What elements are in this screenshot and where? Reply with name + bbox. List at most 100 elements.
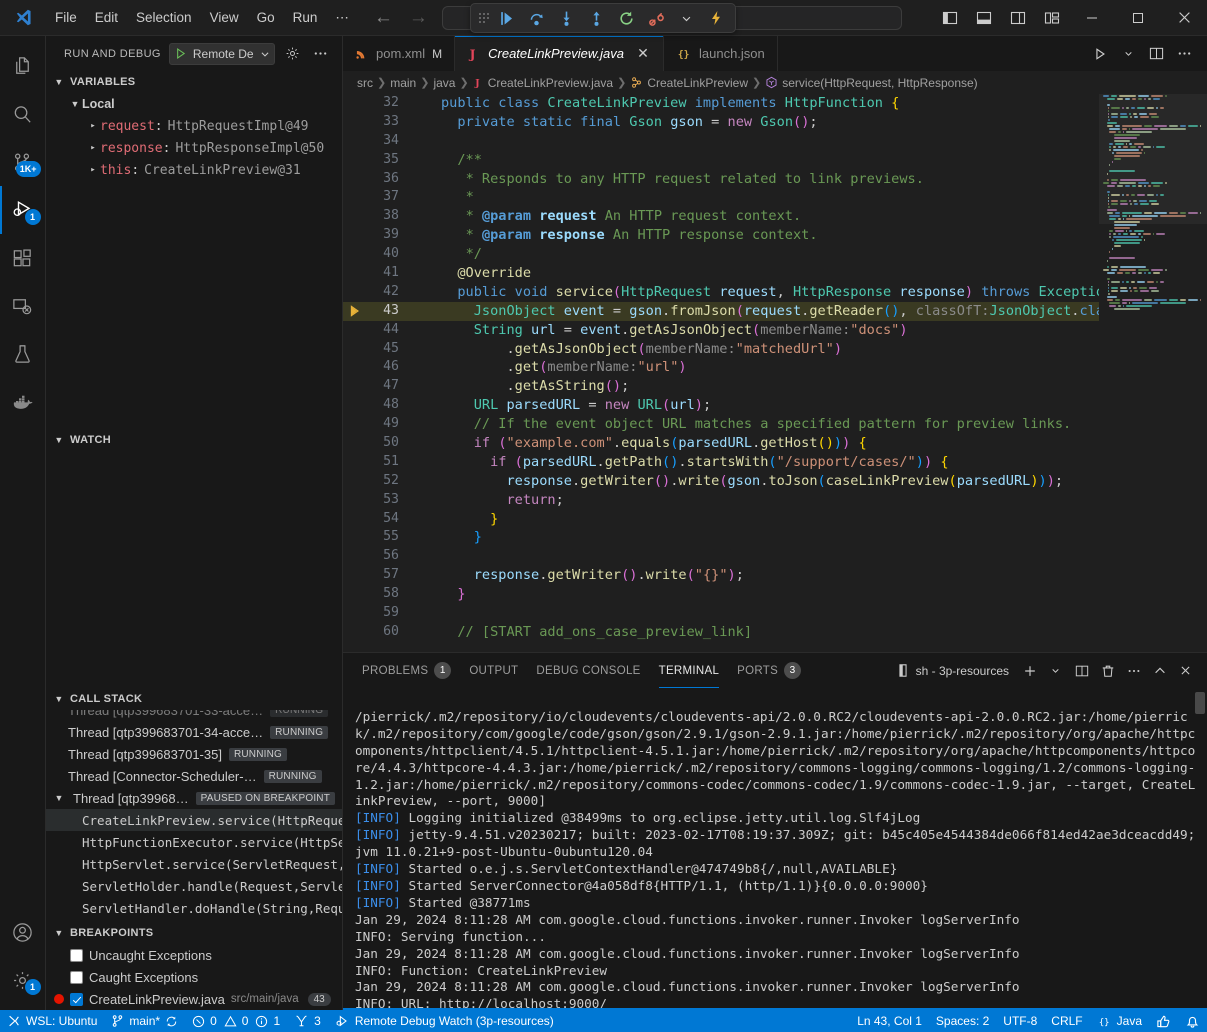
step-over-button[interactable]: [523, 6, 549, 30]
menu-more[interactable]: ⋯: [326, 6, 358, 30]
menu-edit[interactable]: Edit: [86, 6, 127, 29]
status-cursor-position[interactable]: Ln 43, Col 1: [850, 1010, 929, 1032]
status-feedback[interactable]: [1149, 1010, 1178, 1032]
go-back-icon[interactable]: ←: [374, 8, 393, 27]
terminal-selector[interactable]: sh - 3p-resources: [896, 663, 1009, 678]
activity-testing[interactable]: [0, 330, 46, 378]
minimize-button[interactable]: [1069, 0, 1115, 36]
toggle-primary-sidebar-button[interactable]: [933, 0, 967, 36]
code-line[interactable]: 39 * @param response An HTTP response co…: [343, 226, 1099, 245]
breadcrumb-item-file[interactable]: J CreateLinkPreview.java: [473, 76, 613, 90]
panel-tab-problems[interactable]: PROBLEMS 1: [353, 653, 460, 688]
call-stack-frame[interactable]: ScopedHandler.nextHandle(String,Requ: [46, 919, 342, 922]
terminal-scrollbar[interactable]: [1195, 692, 1205, 714]
gear-icon[interactable]: [283, 43, 303, 65]
more-actions-icon[interactable]: [1122, 659, 1145, 683]
activity-extensions[interactable]: [0, 234, 46, 282]
source-code[interactable]: 32public class CreateLinkPreview impleme…: [343, 94, 1099, 642]
code-line[interactable]: 33 private static final Gson gson = new …: [343, 113, 1099, 132]
call-stack-thread[interactable]: Thread [qtp399683701-35] RUNNING: [46, 743, 342, 765]
code-line[interactable]: 54 }: [343, 510, 1099, 529]
activity-explorer[interactable]: [0, 42, 46, 90]
chevron-down-icon[interactable]: [1044, 659, 1067, 683]
status-remote-host[interactable]: WSL: Ubuntu: [0, 1010, 104, 1032]
breadcrumb-item-src[interactable]: src: [357, 76, 373, 90]
run-button[interactable]: [1087, 40, 1113, 68]
new-terminal-button[interactable]: [1018, 659, 1041, 683]
terminal-output[interactable]: /pierrick/.m2/repository/io/cloudevents/…: [343, 688, 1207, 1008]
code-line[interactable]: 51 if (parsedURL.getPath().startsWith("/…: [343, 453, 1099, 472]
kill-terminal-button[interactable]: [1096, 659, 1119, 683]
code-line[interactable]: 58 }: [343, 585, 1099, 604]
panel-tab-debug-console[interactable]: DEBUG CONSOLE: [527, 653, 649, 688]
code-line[interactable]: 41 @Override: [343, 264, 1099, 283]
code-line[interactable]: 42 public void service(HttpRequest reque…: [343, 283, 1099, 302]
status-eol[interactable]: CRLF: [1044, 1010, 1089, 1032]
call-stack-header[interactable]: ▼ CALL STACK: [46, 688, 342, 710]
activity-search[interactable]: [0, 90, 46, 138]
status-encoding[interactable]: UTF-8: [996, 1010, 1044, 1032]
debug-toolbar[interactable]: [470, 3, 736, 33]
tab-pom-xml[interactable]: pom.xml M: [343, 36, 455, 71]
call-stack-frame[interactable]: ServletHandler.doHandle(String,Reque: [46, 897, 342, 919]
call-stack-thread[interactable]: Thread [qtp399683701-34-acce… RUNNING: [46, 721, 342, 743]
go-forward-icon[interactable]: →: [409, 8, 428, 27]
code-line-current[interactable]: 43 JsonObject event = gson.fromJson(requ…: [343, 302, 1099, 321]
minimap[interactable]: [1099, 94, 1207, 652]
code-line[interactable]: 52 response.getWriter().write(gson.toJso…: [343, 472, 1099, 491]
code-scroll-area[interactable]: 32public class CreateLinkPreview impleme…: [343, 94, 1099, 652]
call-stack-thread-paused[interactable]: ▼ Thread [qtp39968… PAUSED ON BREAKPOINT: [46, 787, 342, 809]
code-line[interactable]: 32public class CreateLinkPreview impleme…: [343, 94, 1099, 113]
split-editor-button[interactable]: [1143, 40, 1169, 68]
code-line[interactable]: 47 .getAsString();: [343, 377, 1099, 396]
code-line[interactable]: 49 // If the event object URL matches a …: [343, 415, 1099, 434]
activity-source-control[interactable]: 1K+: [0, 138, 46, 186]
menu-view[interactable]: View: [201, 6, 248, 29]
toggle-panel-button[interactable]: [967, 0, 1001, 36]
breadcrumb-item-method[interactable]: service(HttpRequest, HttpResponse): [765, 76, 977, 90]
panel-tab-terminal[interactable]: TERMINAL: [650, 653, 729, 688]
activity-docker[interactable]: [0, 378, 46, 426]
checkbox[interactable]: [70, 971, 83, 984]
breadcrumb-item-class[interactable]: CreateLinkPreview: [630, 76, 748, 90]
checkbox[interactable]: [70, 949, 83, 962]
code-line[interactable]: 56: [343, 547, 1099, 566]
code-line[interactable]: 46 .get(memberName:"url"): [343, 358, 1099, 377]
breakpoints-header[interactable]: ▼ BREAKPOINTS: [46, 922, 342, 944]
chevron-down-icon[interactable]: [1115, 40, 1141, 68]
menu-run[interactable]: Run: [284, 6, 327, 29]
breakpoint-row-source[interactable]: CreateLinkPreview.java src/main/java 43: [46, 988, 342, 1010]
code-line[interactable]: 45 .getAsJsonObject(memberName:"matchedU…: [343, 340, 1099, 359]
menu-bar[interactable]: File Edit Selection View Go Run ⋯: [46, 6, 358, 30]
status-debug-session[interactable]: Remote Debug Watch (3p-resources): [328, 1010, 561, 1032]
more-icon[interactable]: [311, 43, 331, 65]
menu-go[interactable]: Go: [248, 6, 284, 29]
code-line[interactable]: 59: [343, 604, 1099, 623]
code-line[interactable]: 37 *: [343, 188, 1099, 207]
menu-selection[interactable]: Selection: [127, 6, 201, 29]
continue-button[interactable]: [493, 6, 519, 30]
variable-row[interactable]: ▸ request: HttpRequestImpl@49: [46, 115, 342, 137]
status-problems[interactable]: 0 0 1: [185, 1010, 287, 1032]
restart-button[interactable]: [613, 6, 639, 30]
step-out-button[interactable]: [583, 6, 609, 30]
activity-remote-explorer[interactable]: [0, 282, 46, 330]
tab-launch-json[interactable]: {} launch.json: [664, 36, 778, 71]
variable-row[interactable]: ▸ response: HttpResponseImpl@50: [46, 137, 342, 159]
variables-scope-local[interactable]: ▼ Local: [46, 93, 342, 115]
code-line[interactable]: 40 */: [343, 245, 1099, 264]
close-panel-button[interactable]: [1174, 659, 1197, 683]
lightning-icon[interactable]: [703, 6, 729, 30]
watch-header[interactable]: ▼ WATCH: [46, 429, 342, 451]
activity-manage-settings[interactable]: 1: [0, 956, 46, 1004]
status-ports[interactable]: 3: [287, 1010, 328, 1032]
code-line[interactable]: 36 * Responds to any HTTP request relate…: [343, 170, 1099, 189]
activity-accounts[interactable]: [0, 908, 46, 956]
disconnect-button[interactable]: [643, 6, 669, 30]
code-line[interactable]: 57 response.getWriter().write("{}");: [343, 566, 1099, 585]
call-stack-body[interactable]: Thread [qtp399683701-33-acce… RUNNING Th…: [46, 710, 342, 922]
call-stack-frame[interactable]: HttpServlet.service(ServletRequest,S: [46, 853, 342, 875]
close-icon[interactable]: ✕: [635, 45, 651, 62]
call-stack-frame[interactable]: ServletHolder.handle(Request,Servlet: [46, 875, 342, 897]
code-line[interactable]: 44 String url = event.getAsJsonObject(me…: [343, 321, 1099, 340]
